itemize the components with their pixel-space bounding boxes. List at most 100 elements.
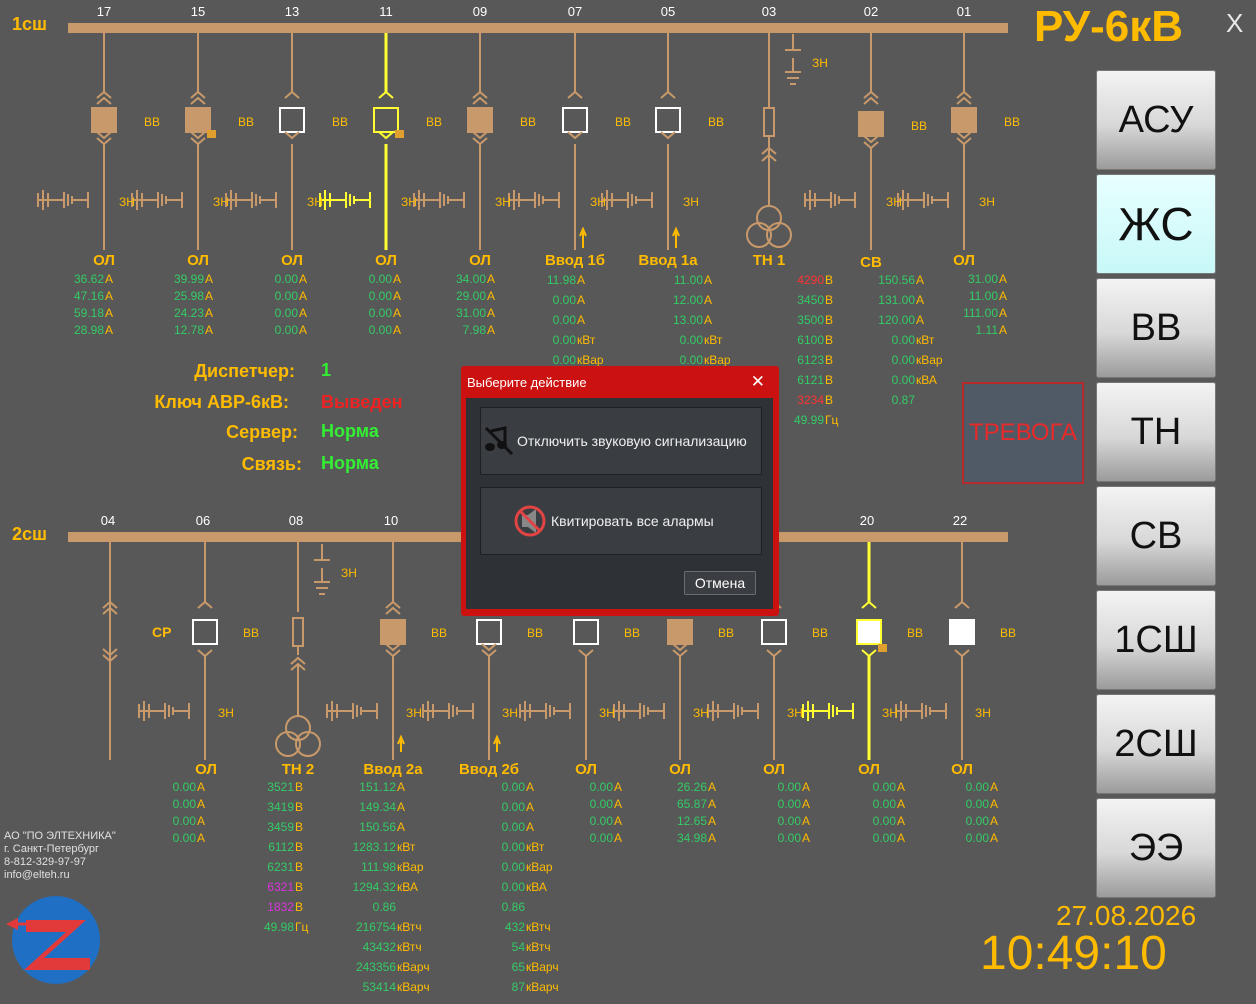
metric-value: 6321	[267, 880, 294, 894]
metric-unit: кВарч	[526, 980, 559, 994]
feeders_top-metric: 0.00кВар	[875, 353, 943, 367]
connector-chevron	[190, 96, 206, 105]
metric-value: 65.87	[676, 797, 707, 811]
metric-unit: А	[299, 289, 308, 303]
mute-sound-button[interactable]: Отключить звуковую сигнализацию	[480, 407, 762, 475]
lock-icon	[207, 130, 216, 138]
metric-unit: кВарч	[397, 960, 430, 974]
lock-icon	[878, 644, 887, 652]
nav-button-1sh[interactable]: 1СШ	[1096, 590, 1216, 690]
company-info: АО "ПО ЭЛТЕХНИКА" г. Санкт-Петербург 8-8…	[4, 830, 116, 882]
circuit-breaker-icon	[573, 619, 599, 645]
nav-button-zhs[interactable]: ЖС	[1096, 174, 1216, 274]
feeder-number: 22	[952, 513, 968, 528]
feeders_bottom-metric: 0.00кВар	[485, 860, 553, 874]
metric-value: 0.00	[777, 814, 801, 828]
feeder-title: СВ	[860, 254, 882, 271]
metric-value: 3459	[267, 820, 294, 834]
feeder-title: ОЛ	[469, 252, 491, 269]
circuit-breaker-icon	[373, 107, 399, 133]
metric-value: 3234	[797, 393, 824, 407]
feeders_top-metric: 0.00А	[357, 289, 401, 303]
metric-value: 11.98	[546, 273, 576, 287]
feeders_bottom-metric: 0.00А	[578, 797, 622, 811]
nav-button-sv[interactable]: СВ	[1096, 486, 1216, 586]
feeders_bottom-metric: 1294.32кВА	[346, 880, 418, 894]
breaker-label: ВВ	[144, 115, 161, 129]
cancel-button[interactable]: Отмена	[684, 571, 756, 595]
feeders_top-metric: 0.00А	[357, 323, 401, 337]
dialog-close-icon[interactable]: ✕	[751, 372, 765, 392]
action-dialog: Выберите действие ✕ Отключить звуковую с…	[461, 366, 779, 616]
connector-chevron	[578, 649, 594, 658]
metric-unit: А	[487, 272, 496, 286]
nav-button-ee[interactable]: ЭЭ	[1096, 798, 1216, 898]
metric-value: 0.00	[274, 289, 298, 303]
feeders_top-metric: 25.98А	[169, 289, 213, 303]
feeders_top-metric: 0.00А	[263, 306, 307, 320]
breaker-label: ВВ	[718, 626, 735, 640]
metric-unit: А	[487, 323, 496, 337]
feeders_bottom-metric: 0.00А	[766, 814, 810, 828]
circuit-breaker-icon	[91, 107, 117, 133]
feeders_top-metric: 12.78А	[169, 323, 213, 337]
feeders_top-metric: 111.00А	[963, 306, 1007, 320]
nav-button-tn[interactable]: ТН	[1096, 382, 1216, 482]
metric-unit: А	[614, 814, 623, 828]
circuit-breaker-icon	[655, 107, 681, 133]
server-label: Сервер:	[226, 422, 298, 442]
breaker-label: ВВ	[243, 626, 260, 640]
metric-unit: кВт	[704, 333, 723, 347]
metric-unit: А	[577, 293, 586, 307]
feeders_bottom-metric: 53414кВарч	[346, 980, 430, 994]
feeders_bottom-metric: 65кВарч	[485, 960, 559, 974]
feeder-number: 09	[472, 4, 488, 19]
feeders_bottom-metric: 0.00А	[861, 797, 905, 811]
metric-unit: А	[205, 289, 214, 303]
metric-unit: А	[487, 289, 496, 303]
company-name: АО "ПО ЭЛТЕХНИКА"	[4, 830, 116, 842]
metric-value: 131.00	[878, 293, 915, 307]
metric-value: 0.00	[777, 831, 801, 845]
feeders_bottom-metric: 0.00А	[578, 780, 622, 794]
metric-value: 36.62	[73, 272, 104, 286]
metric-value: 0.00	[891, 373, 915, 387]
metric-unit: А	[704, 273, 713, 287]
nav-button-vv[interactable]: ВВ	[1096, 278, 1216, 378]
metric-value: 65	[511, 960, 525, 974]
acknowledge-alarms-icon	[514, 505, 546, 537]
metric-value: 151.12	[359, 780, 396, 794]
acknowledge-alarms-button[interactable]: Квитировать все алармы	[480, 487, 762, 555]
alarm-panel[interactable]: ТРЕВОГА	[962, 382, 1084, 484]
metric-unit: А	[393, 323, 402, 337]
circuit-breaker-icon	[467, 107, 493, 133]
feeder-number: 07	[567, 4, 583, 19]
nav-button-asu[interactable]: АСУ	[1096, 70, 1216, 170]
metric-unit: кВА	[916, 373, 937, 387]
feeders_top-metric: 0.00кВт	[663, 333, 723, 347]
metric-value: 53414	[362, 980, 396, 994]
feeders_bottom-metric: 0.00А	[485, 780, 534, 794]
feeders_top-metric: 0.00кВар	[536, 353, 604, 367]
ground-switch-label: ЗН	[975, 706, 991, 720]
feeder-title: Ввод 2б	[458, 761, 520, 778]
metric-value: 3500	[797, 313, 824, 327]
feeder-title: Ввод 2а	[363, 761, 423, 778]
metric-value: 0.00	[501, 860, 525, 874]
ground-switch-label: ЗН	[599, 706, 615, 720]
feeders_top-metric: 0.00кВА	[875, 373, 937, 387]
circuit-breaker-icon	[951, 107, 977, 133]
close-button[interactable]: X	[1226, 8, 1243, 39]
nav-button-2sh[interactable]: 2СШ	[1096, 694, 1216, 794]
feeders_bottom-metric: 0.00А	[954, 814, 998, 828]
metric-value: 0.00	[679, 353, 703, 367]
metric-unit: А	[802, 780, 811, 794]
metric-unit: В	[825, 373, 834, 387]
metric-value: 28.98	[73, 323, 104, 337]
metric-value: 6100	[797, 333, 824, 347]
feeder-number: 06	[195, 513, 211, 528]
metric-unit: Гц	[295, 920, 309, 934]
metric-unit: А	[802, 797, 811, 811]
metric-unit: А	[708, 797, 717, 811]
feeder-number: 04	[100, 513, 116, 528]
